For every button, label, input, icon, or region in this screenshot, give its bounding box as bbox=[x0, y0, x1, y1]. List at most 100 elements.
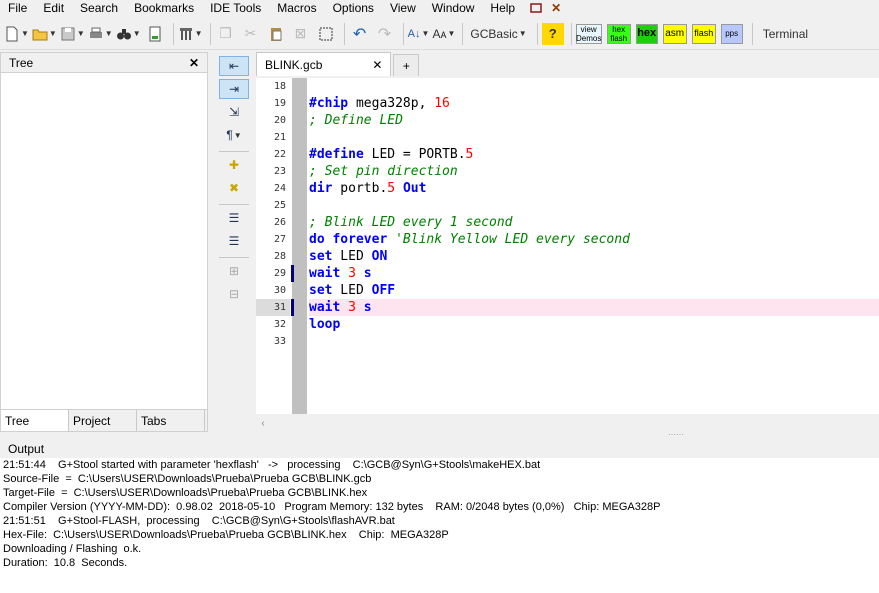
code-token: 5 bbox=[387, 181, 396, 196]
tab-project[interactable]: Project bbox=[69, 410, 137, 431]
fold-margin[interactable] bbox=[292, 78, 307, 414]
line-number: 27 bbox=[273, 234, 286, 245]
toolbar-separator bbox=[462, 22, 464, 45]
horizontal-scrollbar[interactable]: ‹ bbox=[256, 414, 879, 432]
editor-tab-bar: BLINK.gcb ✕ + bbox=[256, 52, 879, 76]
document-green-icon[interactable] bbox=[144, 22, 166, 46]
expand-all-icon[interactable]: ⊞ bbox=[219, 261, 249, 281]
line-number: 19 bbox=[273, 98, 286, 109]
asm-button[interactable]: asm bbox=[662, 23, 687, 44]
menu-edit[interactable]: Edit bbox=[35, 1, 72, 15]
pps-button[interactable]: pps bbox=[720, 23, 743, 44]
tree-title: Tree bbox=[9, 55, 34, 70]
code-line[interactable]: loop bbox=[309, 316, 879, 333]
gcbasic-dropdown[interactable]: GCBasic ▼ bbox=[467, 22, 529, 46]
close-tree-icon[interactable]: ✕ bbox=[189, 56, 199, 70]
code-token: wait bbox=[309, 266, 341, 281]
code-line[interactable]: set LED ON bbox=[309, 248, 879, 265]
output-line: Compiler Version (YYYY-MM-DD): 0.98.02 2… bbox=[3, 501, 661, 513]
delete-icon[interactable]: ⊠ bbox=[290, 22, 312, 46]
remove-bookmark-icon[interactable]: ✖ bbox=[219, 178, 249, 198]
file-tab[interactable]: BLINK.gcb ✕ bbox=[256, 52, 392, 76]
tab-tree[interactable]: Tree bbox=[1, 410, 69, 431]
cut-icon[interactable]: ✂ bbox=[240, 22, 262, 46]
font-size-icon[interactable]: Aᴀ ▼ bbox=[433, 22, 456, 46]
collapse-all-icon[interactable]: ⊟ bbox=[219, 284, 249, 304]
outdent-block-icon[interactable]: ⇥ bbox=[219, 79, 249, 99]
code-line[interactable] bbox=[309, 129, 879, 146]
select-all-icon[interactable] bbox=[315, 22, 337, 46]
tools-icon[interactable]: ▼ bbox=[178, 22, 203, 46]
output-line: Duration: 10.8 Seconds. bbox=[3, 557, 128, 569]
menu-bookmarks[interactable]: Bookmarks bbox=[126, 1, 202, 15]
tab-tabs[interactable]: Tabs bbox=[137, 410, 205, 431]
code-line[interactable] bbox=[309, 333, 879, 350]
paste-icon[interactable] bbox=[265, 22, 287, 46]
open-folder-button[interactable]: ▼ bbox=[32, 22, 57, 46]
increase-indent-icon[interactable]: ☰ bbox=[219, 208, 249, 228]
code-line[interactable]: ; Set pin direction bbox=[309, 163, 879, 180]
add-bookmark-icon[interactable]: ✚ bbox=[219, 155, 249, 175]
code-line[interactable]: ; Blink LED every 1 second bbox=[309, 214, 879, 231]
redo-icon[interactable]: ↷ bbox=[374, 22, 396, 46]
new-tab-button[interactable]: + bbox=[393, 54, 420, 76]
output-line: Source-File = C:\Users\USER\Downloads\Pr… bbox=[3, 473, 372, 485]
menu-macros[interactable]: Macros bbox=[269, 1, 324, 15]
code-line[interactable]: ; Define LED bbox=[309, 112, 879, 129]
terminal-button[interactable]: Terminal bbox=[757, 22, 814, 46]
fold-icon[interactable]: ⇲ bbox=[219, 102, 249, 122]
code-line[interactable]: wait 3 s bbox=[309, 265, 879, 282]
menu-search[interactable]: Search bbox=[72, 1, 126, 15]
code-line[interactable]: #chip mega328p, 16 bbox=[309, 95, 879, 112]
code-line[interactable] bbox=[309, 197, 879, 214]
side-separator bbox=[219, 151, 249, 152]
new-file-button[interactable]: ▼ bbox=[4, 22, 29, 46]
undo-icon[interactable]: ↶ bbox=[349, 22, 371, 46]
scroll-left-icon[interactable]: ‹ bbox=[256, 418, 270, 429]
code-line[interactable]: set LED OFF bbox=[309, 282, 879, 299]
line-number: 28 bbox=[273, 251, 286, 262]
code-line[interactable]: wait 3 s bbox=[309, 299, 879, 316]
menu-file[interactable]: File bbox=[0, 1, 35, 15]
close-tab-icon[interactable]: ✕ bbox=[372, 58, 382, 72]
code-token: dir bbox=[309, 181, 333, 196]
save-button[interactable]: ▼ bbox=[60, 22, 85, 46]
copy-doc-icon[interactable]: ❐ bbox=[215, 22, 237, 46]
code-token: portb. bbox=[332, 181, 388, 196]
hex-flash-button[interactable]: hex flash bbox=[606, 23, 631, 44]
window-restore-icon[interactable] bbox=[529, 1, 543, 15]
line-number: 24 bbox=[273, 183, 286, 194]
menu-view[interactable]: View bbox=[382, 1, 424, 15]
code-editor[interactable]: 18 19 20 21 22 23 24 25 26 27 28 29 30 31 32 33 #chip m… bbox=[256, 78, 879, 414]
menu-options[interactable]: Options bbox=[325, 1, 382, 15]
code-token: 'Blink Yellow LED every second bbox=[395, 232, 630, 247]
decrease-indent-icon[interactable]: ☰ bbox=[219, 231, 249, 251]
code-line[interactable]: do forever 'Blink Yellow LED every secon… bbox=[309, 231, 879, 248]
code-line[interactable]: dir portb.5 Out bbox=[309, 180, 879, 197]
menu-help[interactable]: Help bbox=[482, 1, 523, 15]
sort-az-icon[interactable]: A↓ ▼ bbox=[408, 22, 430, 46]
menu-ide-tools[interactable]: IDE Tools bbox=[202, 1, 269, 15]
output-line: Downloading / Flashing o.k. bbox=[3, 543, 142, 555]
view-demos-button[interactable]: view Demos bbox=[575, 23, 602, 44]
close-tools-icon[interactable]: ✕ bbox=[549, 1, 563, 15]
indent-block-icon[interactable]: ⇤ bbox=[219, 56, 249, 76]
code-token: mega328p, bbox=[348, 96, 435, 111]
code-token: 5 bbox=[465, 147, 474, 162]
menu-window[interactable]: Window bbox=[424, 1, 483, 15]
splitter-grip[interactable]: ······ bbox=[0, 430, 879, 439]
hex-button[interactable]: hex bbox=[635, 23, 658, 44]
paragraph-icon[interactable]: ¶ ▼ bbox=[219, 125, 249, 145]
code-line[interactable]: #define LED = PORTB.5 bbox=[309, 146, 879, 163]
toolbar-separator bbox=[536, 22, 538, 45]
help-signpost-icon[interactable]: ? bbox=[541, 22, 564, 45]
find-binoculars-icon[interactable]: ▼ bbox=[116, 22, 141, 46]
code-token: s bbox=[363, 266, 372, 281]
code-line[interactable] bbox=[309, 78, 879, 95]
flash-button[interactable]: flash bbox=[691, 23, 716, 44]
menu-bar: File Edit Search Bookmarks IDE Tools Mac… bbox=[0, 0, 879, 16]
print-button[interactable]: ▼ bbox=[88, 22, 113, 46]
